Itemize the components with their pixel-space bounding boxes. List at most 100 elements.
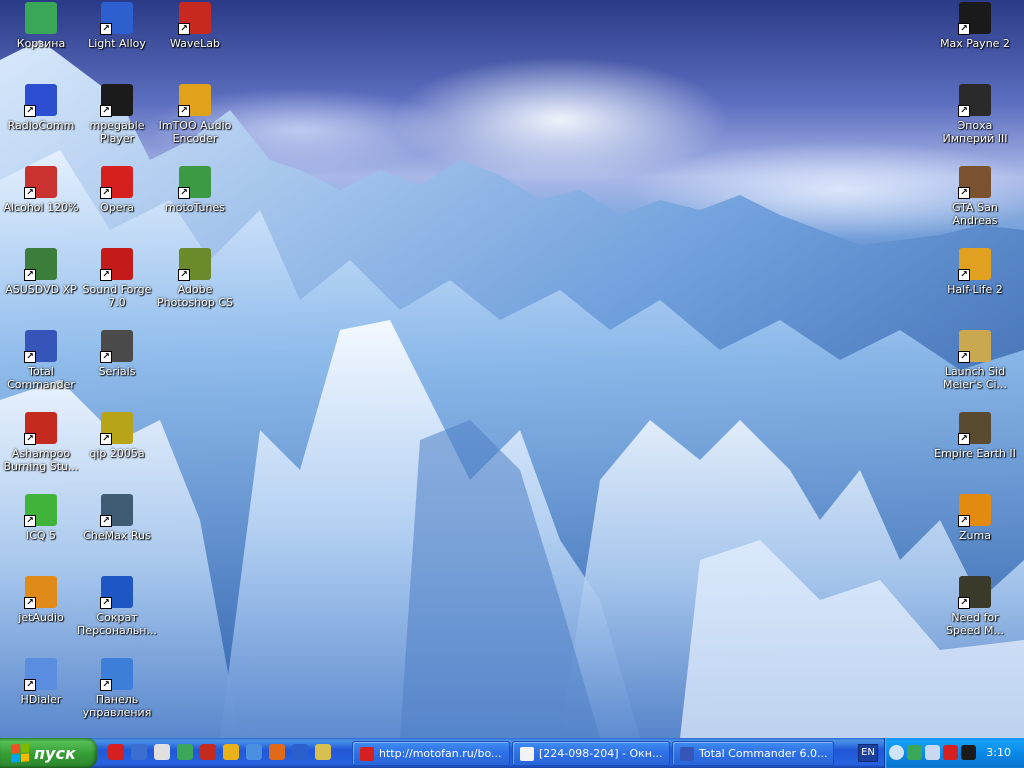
tray-network-icon[interactable] bbox=[925, 745, 940, 760]
desktop: Корзина ↗ RadioComm ↗ Alcohol 120% ↗ ASUSDVD X… bbox=[0, 0, 1024, 738]
desktop-shortcut[interactable]: ↗ Max Payne 2 bbox=[934, 2, 1016, 50]
desktop-shortcut-label: Total Commander bbox=[7, 365, 75, 391]
outlook-ql-icon[interactable] bbox=[131, 744, 147, 760]
desktop-shortcut[interactable]: ↗ Adobe Photoshop CS bbox=[154, 248, 236, 309]
word-ql-icon[interactable] bbox=[292, 744, 308, 760]
archive-ql-icon[interactable] bbox=[315, 744, 331, 760]
desktop-shortcut[interactable]: ↗ Launch Sid Meier's Ci... bbox=[934, 330, 1016, 391]
taskbar-button[interactable]: [224-098-204] - Окн... bbox=[512, 741, 670, 766]
desktop-shortcut[interactable]: ↗ ICQ 5 bbox=[0, 494, 82, 542]
globe-ql-icon[interactable] bbox=[177, 744, 193, 760]
desktop-shortcut[interactable]: ↗ Alcohol 120% bbox=[0, 166, 82, 214]
desktop-shortcut-label: Adobe Photoshop CS bbox=[157, 283, 233, 309]
mpegable-icon: ↗ bbox=[100, 84, 133, 117]
desktop-shortcut[interactable]: Корзина bbox=[0, 2, 82, 50]
empire-earth-icon: ↗ bbox=[958, 412, 991, 445]
desktop-shortcut[interactable]: ↗ Sound Forge 7.0 bbox=[76, 248, 158, 309]
shortcut-arrow-icon: ↗ bbox=[24, 515, 36, 527]
start-label: пуск bbox=[34, 743, 76, 763]
desktop-shortcut[interactable]: ↗ Эпоха Империй III bbox=[934, 84, 1016, 145]
shortcut-arrow-icon: ↗ bbox=[958, 597, 970, 609]
language-indicator[interactable]: EN bbox=[858, 744, 878, 762]
desktop-shortcut-label: Ashampoo Burning Stu... bbox=[3, 447, 79, 473]
desktop-shortcut-label: Панель управления bbox=[82, 693, 152, 719]
civilization-icon: ↗ bbox=[958, 330, 991, 363]
taskbar-button[interactable]: http://motofan.ru/bo... bbox=[352, 741, 510, 766]
desktop-shortcut[interactable]: ↗ mpegable Player bbox=[76, 84, 158, 145]
desktop-shortcut[interactable]: ↗ Serials bbox=[76, 330, 158, 378]
tray-kaspersky-icon[interactable] bbox=[943, 745, 958, 760]
shortcut-arrow-icon: ↗ bbox=[24, 433, 36, 445]
chemax-icon: ↗ bbox=[100, 494, 133, 527]
taskbar: пуск http://motofan.ru/bo... [224-098-204… bbox=[0, 738, 1024, 768]
shortcut-arrow-icon: ↗ bbox=[24, 597, 36, 609]
mail-task-icon bbox=[520, 746, 534, 761]
desktop-shortcut-label: HDialer bbox=[20, 693, 62, 706]
system-tray: 3:10 bbox=[884, 738, 1024, 768]
desktop-shortcut-label: motoTunes bbox=[165, 201, 225, 214]
shortcut-arrow-icon: ↗ bbox=[100, 269, 112, 281]
desktop-shortcut[interactable]: ↗ Empire Earth II bbox=[934, 412, 1016, 460]
desktop-shortcut-label: ImTOO Audio Encoder bbox=[158, 119, 232, 145]
shortcut-arrow-icon: ↗ bbox=[100, 679, 112, 691]
desktop-shortcut[interactable]: ↗ Light Alloy bbox=[76, 2, 158, 50]
taskbar-button[interactable]: Total Commander 6.0... bbox=[672, 741, 834, 766]
desktop-shortcut-label: jetAudio bbox=[18, 611, 64, 624]
desktop-shortcut[interactable]: ↗ Панель управления bbox=[76, 658, 158, 719]
imtoo-icon: ↗ bbox=[178, 84, 211, 117]
desktop-shortcut[interactable]: ↗ Half-Life 2 bbox=[934, 248, 1016, 296]
desktop-shortcut[interactable]: ↗ Need for Speed M... bbox=[934, 576, 1016, 637]
desktop-shortcut[interactable]: ↗ ImTOO Audio Encoder bbox=[154, 84, 236, 145]
mototunes-icon: ↗ bbox=[178, 166, 211, 199]
half-life-icon: ↗ bbox=[958, 248, 991, 281]
desktop-shortcut-label: Корзина bbox=[16, 37, 66, 50]
tray-app-icon[interactable] bbox=[961, 745, 976, 760]
ashampoo-ql-icon[interactable] bbox=[200, 744, 216, 760]
desktop-shortcut[interactable]: ↗ GTA San Andreas bbox=[934, 166, 1016, 227]
photoshop-icon: ↗ bbox=[178, 248, 211, 281]
desktop-shortcut[interactable]: ↗ Сократ Персональн... bbox=[76, 576, 158, 637]
desktop-shortcut-label: CheMax Rus bbox=[83, 529, 151, 542]
desktop-shortcut-label: Сократ Персональн... bbox=[77, 611, 157, 637]
desktop-shortcut[interactable]: ↗ Ashampoo Burning Stu... bbox=[0, 412, 82, 473]
network-ql-icon[interactable] bbox=[154, 744, 170, 760]
shortcut-arrow-icon: ↗ bbox=[958, 351, 970, 363]
desktop-shortcut[interactable]: ↗ Opera bbox=[76, 166, 158, 214]
shortcut-arrow-icon: ↗ bbox=[958, 105, 970, 117]
light-alloy-icon: ↗ bbox=[100, 2, 133, 35]
icq-icon: ↗ bbox=[24, 494, 57, 527]
desktop-shortcut[interactable]: ↗ CheMax Rus bbox=[76, 494, 158, 542]
desktop-shortcut-label: GTA San Andreas bbox=[952, 201, 998, 227]
desktop-shortcut-label: Half-Life 2 bbox=[947, 283, 1003, 296]
taskbar-button-label: [224-098-204] - Окн... bbox=[539, 747, 663, 760]
shortcut-arrow-icon: ↗ bbox=[100, 187, 112, 199]
desktop-shortcut[interactable]: ↗ RadioComm bbox=[0, 84, 82, 132]
desktop-shortcut[interactable]: ↗ WaveLab bbox=[154, 2, 236, 50]
tray-clover-icon[interactable] bbox=[907, 745, 922, 760]
shortcut-arrow-icon: ↗ bbox=[24, 351, 36, 363]
media-player-ql-icon[interactable] bbox=[223, 744, 239, 760]
desktop-shortcut-label: Light Alloy bbox=[88, 37, 146, 50]
shortcut-arrow-icon: ↗ bbox=[958, 269, 970, 281]
start-button[interactable]: пуск bbox=[0, 738, 97, 768]
clock[interactable]: 3:10 bbox=[986, 746, 1011, 759]
firefox-ql-icon[interactable] bbox=[269, 744, 285, 760]
opera-task-icon bbox=[360, 746, 374, 761]
desktop-shortcut[interactable]: ↗ HDialer bbox=[0, 658, 82, 706]
desktop-shortcut[interactable]: ↗ Zuma bbox=[934, 494, 1016, 542]
taskbar-button-label: http://motofan.ru/bo... bbox=[379, 747, 502, 760]
desktop-shortcut[interactable]: ↗ qip 2005a bbox=[76, 412, 158, 460]
desktop-shortcut[interactable]: ↗ motoTunes bbox=[154, 166, 236, 214]
desktop-shortcut-label: Эпоха Империй III bbox=[942, 119, 1008, 145]
shortcut-arrow-icon: ↗ bbox=[24, 269, 36, 281]
opera-ql-icon[interactable] bbox=[108, 744, 124, 760]
notepad-ql-icon[interactable] bbox=[246, 744, 262, 760]
desktop-shortcut-label: Max Payne 2 bbox=[940, 37, 1010, 50]
desktop-shortcut[interactable]: ↗ jetAudio bbox=[0, 576, 82, 624]
desktop-shortcut-label: ICQ 5 bbox=[25, 529, 57, 542]
desktop-shortcut[interactable]: ↗ ASUSDVD XP bbox=[0, 248, 82, 296]
desktop-shortcut-label: ASUSDVD XP bbox=[5, 283, 77, 296]
shortcut-arrow-icon: ↗ bbox=[178, 187, 190, 199]
tray-arrow-icon[interactable] bbox=[889, 745, 904, 760]
desktop-shortcut[interactable]: ↗ Total Commander bbox=[0, 330, 82, 391]
